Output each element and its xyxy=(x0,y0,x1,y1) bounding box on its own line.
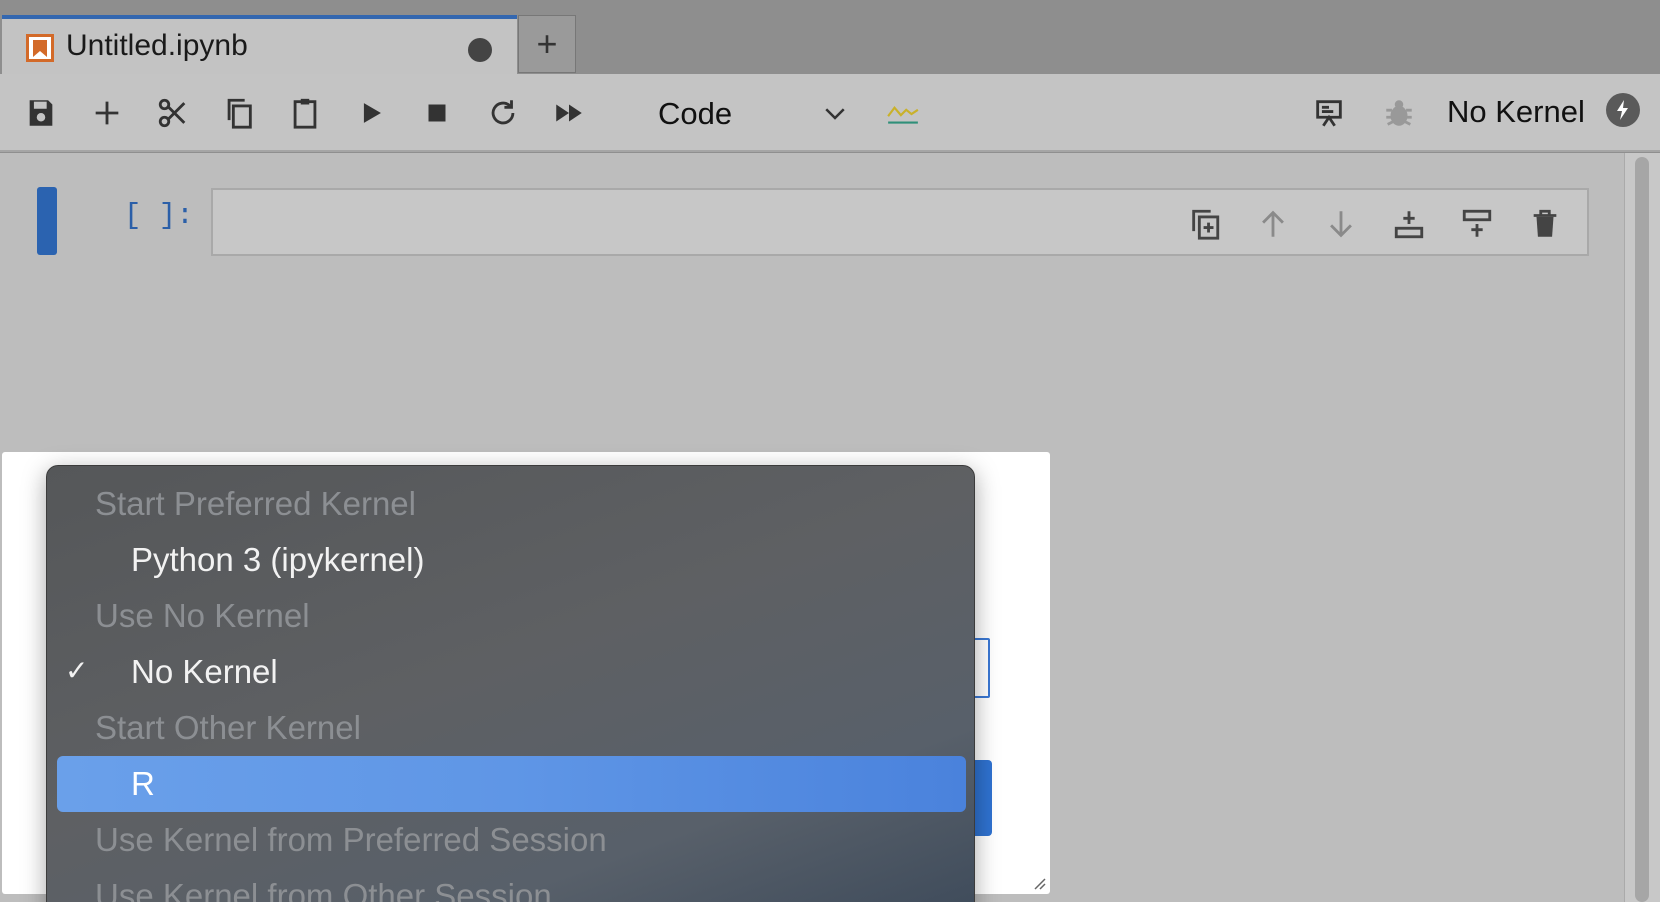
selection-highlight xyxy=(57,756,966,812)
clipboard-icon xyxy=(293,98,317,129)
kernel-status-indicator xyxy=(1606,93,1640,127)
menu-item-label: Python 3 (ipykernel) xyxy=(131,541,425,578)
insert-cell-below-button[interactable] xyxy=(1457,204,1497,244)
run-all-button[interactable] xyxy=(548,92,590,134)
checkmark-icon: ✓ xyxy=(65,655,89,686)
menu-group-header: Start Preferred Kernel xyxy=(47,476,974,532)
presentation-button[interactable] xyxy=(1308,92,1350,134)
tab-title: Untitled.ipynb xyxy=(66,29,248,62)
menu-item-r[interactable]: R xyxy=(47,756,974,812)
arrow-down-icon xyxy=(1330,211,1352,238)
cell-collapser[interactable] xyxy=(37,187,57,255)
paste-button[interactable] xyxy=(284,92,326,134)
scissors-icon xyxy=(158,98,186,128)
move-cell-down-button[interactable] xyxy=(1321,204,1361,244)
menu-group-header: Use Kernel from Other Session xyxy=(47,868,974,902)
save-icon xyxy=(29,100,53,126)
restart-button[interactable] xyxy=(482,92,524,134)
delete-cell-button[interactable] xyxy=(1525,204,1565,244)
menu-group-header: Start Other Kernel xyxy=(47,700,974,756)
menu-item-no-kernel[interactable]: ✓ No Kernel xyxy=(47,644,974,700)
bug-icon xyxy=(1386,100,1412,126)
scrollbar-thumb[interactable] xyxy=(1635,157,1649,902)
group-label: Use Kernel from Other Session xyxy=(95,877,552,902)
activity-icon xyxy=(887,105,919,124)
group-label: Use No Kernel xyxy=(95,597,310,634)
cell-type-select[interactable]: Code xyxy=(650,92,850,134)
duplicate-cell-button[interactable] xyxy=(1185,204,1225,244)
stop-icon xyxy=(428,104,446,122)
copy-icon xyxy=(227,98,252,129)
presentation-icon xyxy=(1316,100,1342,127)
play-icon xyxy=(363,103,381,123)
duplicate-icon xyxy=(1192,209,1220,240)
run-button[interactable] xyxy=(350,92,392,134)
fast-forward-icon xyxy=(556,104,582,122)
copy-button[interactable] xyxy=(218,92,260,134)
cell-type-value: Code xyxy=(658,96,733,131)
kernel-dropdown-menu: Start Preferred Kernel Python 3 (ipykern… xyxy=(46,465,975,902)
save-button[interactable] xyxy=(20,92,62,134)
resize-handle-icon[interactable] xyxy=(1030,874,1046,890)
notebook-icon xyxy=(26,34,54,62)
move-cell-up-button[interactable] xyxy=(1253,204,1293,244)
cell-prompt: [ ]: xyxy=(124,199,194,232)
group-label: Start Other Kernel xyxy=(95,709,361,746)
insert-above-icon xyxy=(1394,211,1424,239)
kernel-name[interactable]: No Kernel xyxy=(1447,94,1585,130)
tab-untitled-notebook[interactable]: Untitled.ipynb xyxy=(2,15,517,75)
group-label: Start Preferred Kernel xyxy=(95,485,416,522)
menu-group-header: Use Kernel from Preferred Session xyxy=(47,812,974,868)
plus-icon: + xyxy=(536,23,558,64)
insert-cell-above-button[interactable] xyxy=(1389,204,1429,244)
menu-item-label: No Kernel xyxy=(131,653,278,690)
vertical-scrollbar[interactable] xyxy=(1624,153,1660,902)
lightning-icon xyxy=(1617,100,1628,120)
execution-progress-button[interactable] xyxy=(880,92,926,134)
refresh-icon xyxy=(491,100,515,125)
unsaved-indicator-icon[interactable] xyxy=(468,38,492,62)
menu-group-header: Use No Kernel xyxy=(47,588,974,644)
trash-icon xyxy=(1533,209,1557,237)
group-label: Use Kernel from Preferred Session xyxy=(95,821,607,858)
arrow-up-icon xyxy=(1262,210,1284,237)
menu-item-python3[interactable]: Python 3 (ipykernel) xyxy=(47,532,974,588)
chevron-down-icon xyxy=(825,108,845,120)
tab-bar: Untitled.ipynb + xyxy=(0,0,1660,75)
insert-below-icon xyxy=(1462,209,1492,237)
interrupt-button[interactable] xyxy=(416,92,458,134)
new-tab-button[interactable]: + xyxy=(518,15,576,73)
insert-cell-button[interactable] xyxy=(86,92,128,134)
notebook-toolbar: Code No Kernel xyxy=(0,74,1660,152)
menu-item-label: R xyxy=(131,765,155,802)
code-cell-editor[interactable] xyxy=(211,188,1589,256)
cut-button[interactable] xyxy=(152,92,194,134)
plus-icon xyxy=(95,101,119,125)
debugger-button[interactable] xyxy=(1378,92,1420,134)
